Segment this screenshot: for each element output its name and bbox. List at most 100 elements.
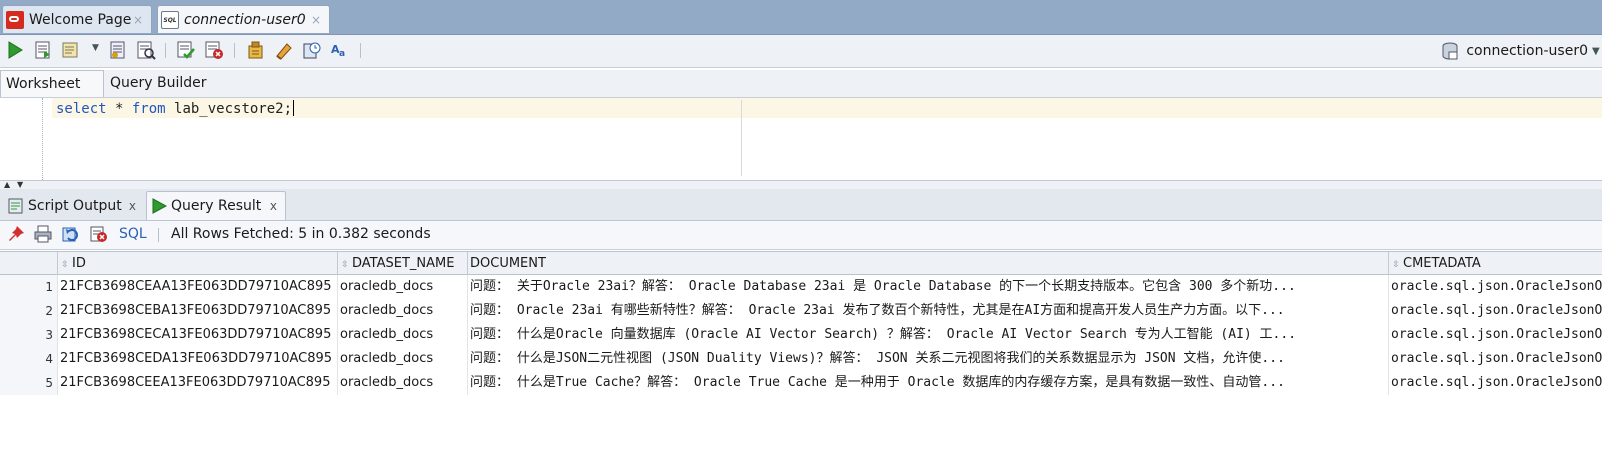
connection-selector[interactable]: connection-user0 ▼: [1440, 39, 1602, 63]
cell-id[interactable]: 21FCB3698CEEA13FE063DD79710AC895: [58, 371, 338, 395]
table-row[interactable]: 4 21FCB3698CEDA13FE063DD79710AC895 oracl…: [0, 347, 1602, 371]
close-icon[interactable]: x: [129, 199, 136, 213]
tab-label: Query Result: [171, 198, 262, 214]
sql-link[interactable]: SQL: [119, 226, 147, 242]
fetch-status: All Rows Fetched: 5 in 0.382 seconds: [171, 226, 431, 242]
close-icon[interactable]: ×: [133, 13, 143, 27]
oracle-icon: [6, 10, 24, 29]
run-statement-icon: [152, 198, 167, 214]
chevron-down-icon: ▼: [1592, 45, 1600, 57]
refresh-icon[interactable]: [62, 225, 80, 243]
result-tab-bar: Script Output x Query Result x: [0, 189, 1602, 221]
cell-dataset-name[interactable]: oracledb_docs: [338, 275, 468, 299]
cell-dataset-name[interactable]: oracledb_docs: [338, 299, 468, 323]
document-tab-strip: Welcome Page × SQL connection-user0 ×: [0, 0, 1602, 35]
tab-label: Script Output: [28, 197, 122, 214]
print-icon[interactable]: [34, 225, 52, 243]
sort-icon[interactable]: ⇳: [1391, 254, 1401, 275]
sql-keyword: from: [131, 101, 166, 117]
cancel-icon[interactable]: [90, 225, 108, 243]
sql-tuning-icon[interactable]: [136, 40, 156, 60]
table-row[interactable]: 5 21FCB3698CEEA13FE063DD79710AC895 oracl…: [0, 371, 1602, 395]
run-statement-icon[interactable]: [5, 40, 25, 60]
cell-document[interactable]: 问题： 什么是JSON二元性视图 (JSON Duality Views)？解答…: [468, 347, 1389, 371]
sql-editor[interactable]: select * from lab_vecstore2;: [0, 98, 1602, 181]
rollback-icon[interactable]: [204, 40, 224, 60]
row-number: 2: [0, 299, 58, 323]
tab-query-result[interactable]: Query Result x: [146, 191, 286, 220]
close-icon[interactable]: x: [270, 199, 277, 213]
sql-worksheet-icon: SQL: [161, 10, 179, 29]
text-caret: [293, 100, 295, 116]
cell-dataset-name[interactable]: oracledb_docs: [338, 371, 468, 395]
tab-query-builder[interactable]: Query Builder: [105, 70, 212, 97]
column-header-cmetadata[interactable]: ⇳ CMETADATA: [1389, 252, 1602, 275]
format-icon[interactable]: Aa: [330, 40, 350, 60]
cell-cmetadata[interactable]: oracle.sql.json.OracleJsonObjectImpl: [1389, 323, 1602, 347]
cell-document[interactable]: 问题： Oracle 23ai 有哪些新特性？解答： Oracle 23ai 发…: [468, 299, 1389, 323]
table-row[interactable]: 2 21FCB3698CEBA13FE063DD79710AC895 oracl…: [0, 299, 1602, 323]
line-gutter: [0, 98, 43, 180]
cell-cmetadata[interactable]: oracle.sql.json.OracleJsonObjectImpl: [1389, 371, 1602, 395]
cell-cmetadata[interactable]: oracle.sql.json.OracleJsonObjectImpl: [1389, 347, 1602, 371]
tab-script-output[interactable]: Script Output x: [4, 191, 144, 220]
clear-icon[interactable]: [274, 40, 294, 60]
column-header-id[interactable]: ⇳ ID: [58, 252, 338, 275]
row-number: 3: [0, 323, 58, 347]
cell-cmetadata[interactable]: oracle.sql.json.OracleJsonObjectImpl: [1389, 299, 1602, 323]
sort-icon[interactable]: ⇳: [340, 254, 350, 275]
cell-document[interactable]: 问题： 关于Oracle 23ai？解答： Oracle Database 23…: [468, 275, 1389, 299]
worksheet-toolbar: ▼ Aa connection-user0 ▼: [0, 35, 1602, 68]
chevron-down-icon[interactable]: ▼: [92, 43, 99, 53]
chevron-up-icon[interactable]: ▲: [4, 180, 10, 189]
pin-icon[interactable]: [7, 225, 25, 243]
result-grid[interactable]: ⇳ ID ⇳ DATASET_NAME DOCUMENT ⇳ CMETADATA 1 …: [0, 251, 1602, 455]
sql-history-icon[interactable]: [302, 40, 322, 60]
cell-document[interactable]: 问题： 什么是True Cache？解答： Oracle True Cache …: [468, 371, 1389, 395]
tab-label: Welcome Page: [29, 11, 132, 28]
cell-id[interactable]: 21FCB3698CEBA13FE063DD79710AC895: [58, 299, 338, 323]
row-number: 4: [0, 347, 58, 371]
sql-keyword: select: [56, 101, 107, 117]
cell-document[interactable]: 问题： 什么是Oracle 向量数据库 (Oracle AI Vector Se…: [468, 323, 1389, 347]
sql-text: *: [106, 101, 132, 117]
close-icon[interactable]: ×: [311, 13, 321, 27]
chevron-down-icon[interactable]: ▼: [17, 180, 23, 189]
cell-dataset-name[interactable]: oracledb_docs: [338, 347, 468, 371]
autotrace-icon[interactable]: [108, 40, 128, 60]
toolbar-divider: [158, 228, 159, 242]
column-header-dataset-name[interactable]: ⇳ DATASET_NAME: [338, 252, 468, 275]
grid-header-row: ⇳ ID ⇳ DATASET_NAME DOCUMENT ⇳ CMETADATA: [0, 251, 1602, 275]
tab-connection-user0[interactable]: SQL connection-user0 ×: [157, 5, 330, 33]
tab-worksheet[interactable]: Worksheet: [0, 70, 104, 97]
svg-text:a: a: [339, 49, 345, 59]
cell-id[interactable]: 21FCB3698CECA13FE063DD79710AC895: [58, 323, 338, 347]
toolbar-divider: [360, 43, 361, 58]
pane-splitter[interactable]: ▲ ▼: [0, 180, 1602, 189]
right-margin-guide: [741, 100, 742, 176]
row-number-header: [0, 252, 58, 275]
sql-text: lab_vecstore2;: [165, 101, 293, 117]
explain-plan-icon[interactable]: [61, 40, 81, 60]
worksheet-tab-bar: Worksheet Query Builder: [0, 70, 1602, 98]
cell-dataset-name[interactable]: oracledb_docs: [338, 323, 468, 347]
table-row[interactable]: 3 21FCB3698CECA13FE063DD79710AC895 oracl…: [0, 323, 1602, 347]
tab-welcome-page[interactable]: Welcome Page ×: [2, 5, 152, 33]
commit-icon[interactable]: [176, 40, 196, 60]
sort-icon[interactable]: ⇳: [60, 254, 70, 275]
column-header-document[interactable]: DOCUMENT: [468, 252, 1389, 275]
cell-cmetadata[interactable]: oracle.sql.json.OracleJsonObjectImpl: [1389, 275, 1602, 299]
cell-id[interactable]: 21FCB3698CEDA13FE063DD79710AC895: [58, 347, 338, 371]
toolbar-divider: [234, 43, 235, 58]
sql-statement[interactable]: select * from lab_vecstore2;: [56, 100, 295, 117]
run-script-icon[interactable]: [33, 40, 53, 60]
script-output-icon: [8, 198, 23, 213]
row-number: 5: [0, 371, 58, 395]
cell-id[interactable]: 21FCB3698CEAA13FE063DD79710AC895: [58, 275, 338, 299]
table-row[interactable]: 1 21FCB3698CEAA13FE063DD79710AC895 oracl…: [0, 275, 1602, 299]
database-icon: [1442, 42, 1458, 60]
connection-name: connection-user0: [1466, 43, 1588, 59]
tab-label: connection-user0: [184, 11, 306, 28]
toolbar-divider: [165, 43, 166, 58]
unshared-sql-icon[interactable]: [246, 40, 266, 60]
